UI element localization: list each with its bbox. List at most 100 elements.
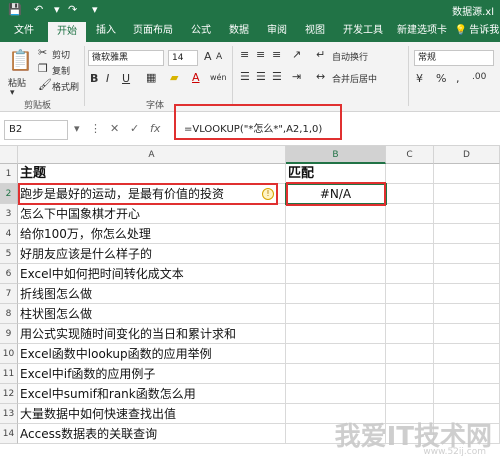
enter-icon[interactable]: ✓ (130, 122, 139, 135)
cell-a14[interactable]: Access数据表的关联查询 (18, 424, 286, 444)
borders-icon[interactable]: ▦ (146, 71, 156, 84)
copy-icon[interactable]: ❐ (38, 62, 48, 75)
cell-c9[interactable] (386, 324, 434, 344)
align-left-icon[interactable]: ☰ (240, 70, 250, 83)
save-icon[interactable]: 💾 (8, 3, 22, 16)
font-size-select[interactable]: 14 (168, 50, 198, 66)
cell-a4[interactable]: 给你100万，你怎么处理 (18, 224, 286, 244)
merge-center-icon[interactable]: ↔ (316, 70, 325, 83)
cell-c2[interactable] (386, 184, 434, 204)
tab-new-tab[interactable]: 新建选项卡 (392, 20, 452, 42)
bold-button[interactable]: B (90, 72, 98, 85)
cell-b5[interactable] (286, 244, 386, 264)
cell-d1[interactable] (434, 164, 500, 184)
cell-c3[interactable] (386, 204, 434, 224)
cell-d12[interactable] (434, 384, 500, 404)
cell-a6[interactable]: Excel中如何把时间转化成文本 (18, 264, 286, 284)
format-painter-button[interactable]: 格式刷 (52, 80, 79, 93)
select-all-corner[interactable] (0, 146, 18, 164)
row-header[interactable]: 8 (0, 304, 18, 324)
paste-icon[interactable]: 📋 (8, 48, 33, 72)
cell-b4[interactable] (286, 224, 386, 244)
cell-a12[interactable]: Excel中sumif和rank函数怎么用 (18, 384, 286, 404)
cell-a1[interactable]: 主题 (18, 164, 286, 184)
cell-d7[interactable] (434, 284, 500, 304)
cell-a10[interactable]: Excel函数中lookup函数的应用举例 (18, 344, 286, 364)
cell-b1[interactable]: 匹配 (286, 164, 386, 184)
cell-a5[interactable]: 好朋友应该是什么样子的 (18, 244, 286, 264)
percent-icon[interactable]: % (436, 72, 446, 85)
cancel-icon[interactable]: ✕ (110, 122, 119, 135)
error-warning-icon[interactable]: ! (262, 188, 274, 200)
cell-c6[interactable] (386, 264, 434, 284)
tell-me[interactable]: 💡 告诉我 (454, 20, 500, 42)
tab-home[interactable]: 开始 (48, 22, 86, 42)
cell-b10[interactable] (286, 344, 386, 364)
cell-c5[interactable] (386, 244, 434, 264)
cell-a7[interactable]: 折线图怎么做 (18, 284, 286, 304)
row-header[interactable]: 6 (0, 264, 18, 284)
cell-d2[interactable] (434, 184, 500, 204)
wrap-text-button[interactable]: 自动换行 (332, 50, 368, 63)
italic-button[interactable]: I (106, 72, 109, 85)
shrink-font-button[interactable]: A (216, 52, 222, 62)
font-color-button[interactable]: A (192, 71, 200, 84)
merge-center-button[interactable]: 合并后居中 (332, 72, 377, 85)
number-format-select[interactable]: 常规 (414, 50, 494, 66)
cell-d3[interactable] (434, 204, 500, 224)
cell-d9[interactable] (434, 324, 500, 344)
cell-d6[interactable] (434, 264, 500, 284)
cell-a3[interactable]: 怎么下中国象棋才开心 (18, 204, 286, 224)
align-middle-icon[interactable]: ≡ (256, 48, 265, 61)
tab-developer[interactable]: 开发工具 (336, 20, 390, 42)
cell-d4[interactable] (434, 224, 500, 244)
decimal-icon[interactable]: .00 (472, 72, 486, 82)
align-center-icon[interactable]: ☰ (256, 70, 266, 83)
cell-c1[interactable] (386, 164, 434, 184)
cell-b3[interactable] (286, 204, 386, 224)
cell-d11[interactable] (434, 364, 500, 384)
column-header-c[interactable]: C (386, 146, 434, 164)
undo-icon[interactable]: ↶ (34, 3, 43, 16)
cell-c8[interactable] (386, 304, 434, 324)
tab-view[interactable]: 视图 (298, 20, 332, 42)
row-header[interactable]: 10 (0, 344, 18, 364)
cut-icon[interactable]: ✂ (38, 46, 47, 59)
tab-page-layout[interactable]: 页面布局 (126, 20, 180, 42)
formula-input[interactable]: =VLOOKUP("*怎么*",A2,1,0) (184, 120, 322, 135)
row-header[interactable]: 14 (0, 424, 18, 444)
paste-dropdown-icon[interactable]: ▾ (10, 88, 15, 98)
row-header[interactable]: 2 (0, 184, 18, 204)
cell-a13[interactable]: 大量数据中如何快速查找出值 (18, 404, 286, 424)
font-name-select[interactable]: 微软雅黑 (88, 50, 164, 66)
undo-dropdown-icon[interactable]: ▾ (54, 3, 60, 16)
tab-file[interactable]: 文件 (4, 20, 44, 42)
tab-review[interactable]: 审阅 (260, 20, 294, 42)
grow-font-button[interactable]: A (204, 50, 212, 63)
insert-function-icon[interactable]: fx (150, 122, 160, 135)
cell-a11[interactable]: Excel中if函数的应用例子 (18, 364, 286, 384)
cell-a9[interactable]: 用公式实现随时间变化的当日和累计求和 (18, 324, 286, 344)
row-header[interactable]: 12 (0, 384, 18, 404)
tab-insert[interactable]: 插入 (88, 20, 124, 42)
orientation-icon[interactable]: ↗ (292, 48, 301, 61)
fill-color-icon[interactable]: ▰ (170, 71, 178, 84)
cell-c10[interactable] (386, 344, 434, 364)
row-header[interactable]: 5 (0, 244, 18, 264)
cell-c11[interactable] (386, 364, 434, 384)
indent-icon[interactable]: ⇥ (292, 70, 301, 83)
row-header[interactable]: 13 (0, 404, 18, 424)
row-header[interactable]: 7 (0, 284, 18, 304)
row-header[interactable]: 11 (0, 364, 18, 384)
row-header[interactable]: 3 (0, 204, 18, 224)
name-box[interactable]: B2 (4, 120, 68, 140)
phonetic-button[interactable]: wén (210, 73, 227, 82)
align-right-icon[interactable]: ☰ (272, 70, 282, 83)
comma-style-icon[interactable]: , (456, 72, 460, 85)
underline-button[interactable]: U (122, 72, 130, 85)
tab-data[interactable]: 数据 (222, 20, 256, 42)
cell-b11[interactable] (286, 364, 386, 384)
cell-b7[interactable] (286, 284, 386, 304)
cell-b8[interactable] (286, 304, 386, 324)
currency-icon[interactable]: ¥ (416, 72, 423, 85)
